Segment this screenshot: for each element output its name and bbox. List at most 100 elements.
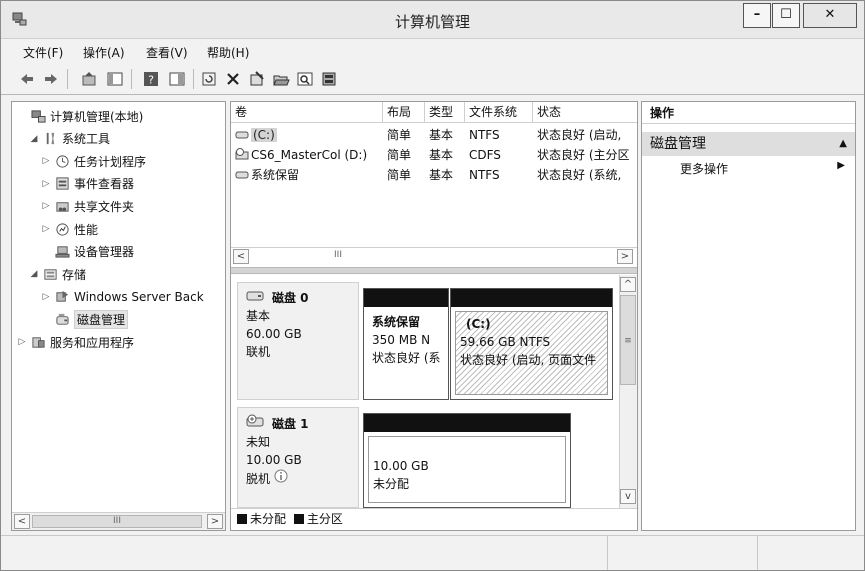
minimize-button[interactable]: – [743,3,771,28]
tree-item-label: 磁盘管理 [74,309,129,329]
scroll-up-button[interactable]: ^ [620,277,636,292]
back-arrow-icon[interactable] [17,69,37,89]
volume-cell-name: CS6_MasterCol (D:) [231,145,383,165]
scroll-thumb[interactable]: ≡ [620,295,636,385]
partition-c-drive[interactable]: (C:) 59.66 GB NTFS 状态良好 (启动, 页面文件 [450,288,613,400]
volume-cell-fs: CDFS [469,148,501,162]
disk-1-type: 未知 [246,435,271,449]
expand-toggle-icon[interactable]: ▷ [16,337,28,347]
primary-swatch [293,514,304,524]
disk-0-type: 基本 [246,309,271,323]
column-header-layout[interactable]: 布局 [383,102,425,123]
primary-partition-bar [364,289,448,307]
expand-toggle-icon[interactable]: ▷ [40,156,52,166]
search-icon[interactable] [295,69,315,89]
delete-icon[interactable] [223,69,243,89]
menu-help[interactable]: 帮助(H) [207,44,249,61]
column-header-status[interactable]: 状态 [533,102,637,123]
tree-item[interactable]: ▷ 事件查看器 [40,174,134,194]
close-button[interactable]: ✕ [803,3,857,28]
disk-management-panel: 卷 布局 类型 文件系统 状态 (C:) 简单 基本 NTFS 状态良好 (启动, CS6… [230,101,638,531]
tree-item[interactable]: ▷ 服务和应用程序 [16,332,134,352]
tree-item[interactable]: ◢ 系统工具 [28,129,110,149]
tree-item-label: 设备管理器 [74,245,135,260]
open-folder-icon[interactable] [271,69,291,89]
actions-group-label: 磁盘管理 [650,136,706,152]
scroll-left-button[interactable]: < [14,514,30,529]
volume-cell-layout: 简单 [387,128,412,142]
scroll-thumb[interactable]: III [32,515,202,528]
tree-horizontal-scrollbar[interactable]: < III > [12,512,225,530]
disk-0-state: 联机 [246,345,271,359]
scroll-right-button[interactable]: > [207,514,223,529]
menu-view[interactable]: 查看(V) [146,44,188,61]
tree-item[interactable]: 磁盘管理 [40,309,129,329]
disk-0-info[interactable]: 磁盘 0 基本 60.00 GB 联机 [237,282,359,400]
expand-toggle-icon[interactable]: ▷ [40,201,52,211]
volume-name: 系统保留 [251,168,300,182]
disk-1-info[interactable]: 磁盘 1 未知 10.00 GB 脱机 [237,407,359,508]
computer-management-icon [30,108,46,124]
column-header-volume[interactable]: 卷 [231,102,383,123]
tree-item-label: 共享文件夹 [74,199,135,214]
pane-splitter[interactable] [231,267,637,274]
title-bar[interactable]: 计算机管理 – ☐ ✕ [1,1,864,39]
expand-toggle-icon[interactable]: ▷ [40,224,52,234]
tree-item[interactable]: 计算机管理(本地) [16,106,143,126]
tree-item-label: 计算机管理(本地) [50,109,144,124]
tree-item[interactable]: 设备管理器 [40,242,134,262]
submenu-arrow-icon[interactable]: ▶ [837,160,845,171]
status-cell [607,536,757,570]
tree-item[interactable]: ▷ 共享文件夹 [40,196,134,216]
column-header-filesystem[interactable]: 文件系统 [465,102,533,123]
actions-panel: 操作 磁盘管理 ▲ 更多操作 ▶ [641,101,856,531]
up-folder-icon[interactable] [79,69,99,89]
partition-size: 10.00 GB [373,459,429,473]
refresh-icon[interactable] [199,69,219,89]
volume-cell-name: 系统保留 [231,165,383,185]
expand-toggle-icon[interactable]: ◢ [28,269,40,279]
scroll-down-button[interactable]: v [620,489,636,504]
tree-item[interactable]: ▷ Windows Server Back [40,287,204,307]
expand-toggle-icon[interactable]: ◢ [28,134,40,144]
menu-action[interactable]: 操作(A) [83,44,125,61]
more-actions-item[interactable]: 更多操作 [680,160,728,177]
expand-toggle-icon[interactable]: ▷ [40,292,52,302]
volume-cell-type: 基本 [429,168,454,182]
clock-icon [54,153,70,169]
disk-management-icon [54,311,70,327]
help-icon[interactable]: ? [141,69,161,89]
tree-item[interactable]: ▷ 性能 [40,219,98,239]
scroll-thumb[interactable]: III [253,250,423,263]
show-pane-icon[interactable] [167,69,187,89]
maximize-button[interactable]: ☐ [772,3,800,28]
volume-row[interactable]: 系统保留 简单 基本 NTFS 状态良好 (系统, [231,165,637,185]
tree-item[interactable]: ▷ 任务计划程序 [40,151,146,171]
forward-arrow-icon[interactable] [41,69,61,89]
show-hide-tree-icon[interactable] [105,69,125,89]
tree-item-label: Windows Server Back [74,289,204,304]
scroll-right-button[interactable]: > [617,249,633,264]
scroll-left-button[interactable]: < [233,249,249,264]
volume-horizontal-scrollbar[interactable]: < III > [231,247,637,265]
menu-file[interactable]: 文件(F) [23,44,63,61]
volume-cell-fs: NTFS [469,168,500,182]
collapse-icon[interactable]: ▲ [839,132,847,156]
partition-size: 350 MB N [372,333,431,347]
properties-icon[interactable] [247,69,267,89]
disk-settings-icon[interactable] [319,69,339,89]
partition-system-reserved[interactable]: 系统保留 350 MB N 状态良好 (系 [363,288,449,400]
disk-vertical-scrollbar[interactable]: ^ ≡ v [619,275,637,508]
column-header-type[interactable]: 类型 [425,102,465,123]
tree-item[interactable]: ◢ 存储 [28,264,86,284]
unallocated-area: 10.00 GB 未分配 [368,436,566,503]
shared-folder-icon [54,198,70,214]
volume-row[interactable]: CS6_MasterCol (D:) 简单 基本 CDFS 状态良好 (主分区 [231,145,637,165]
actions-group-disk-management[interactable]: 磁盘管理 ▲ [642,132,855,156]
expand-toggle-icon[interactable]: ▷ [40,179,52,189]
volume-name: (C:) [251,128,277,142]
volume-row[interactable]: (C:) 简单 基本 NTFS 状态良好 (启动, [231,125,637,145]
disk-1-state: 脱机 [246,471,271,486]
drive-icon [235,166,249,179]
partition-unallocated[interactable]: 10.00 GB 未分配 [363,413,571,508]
